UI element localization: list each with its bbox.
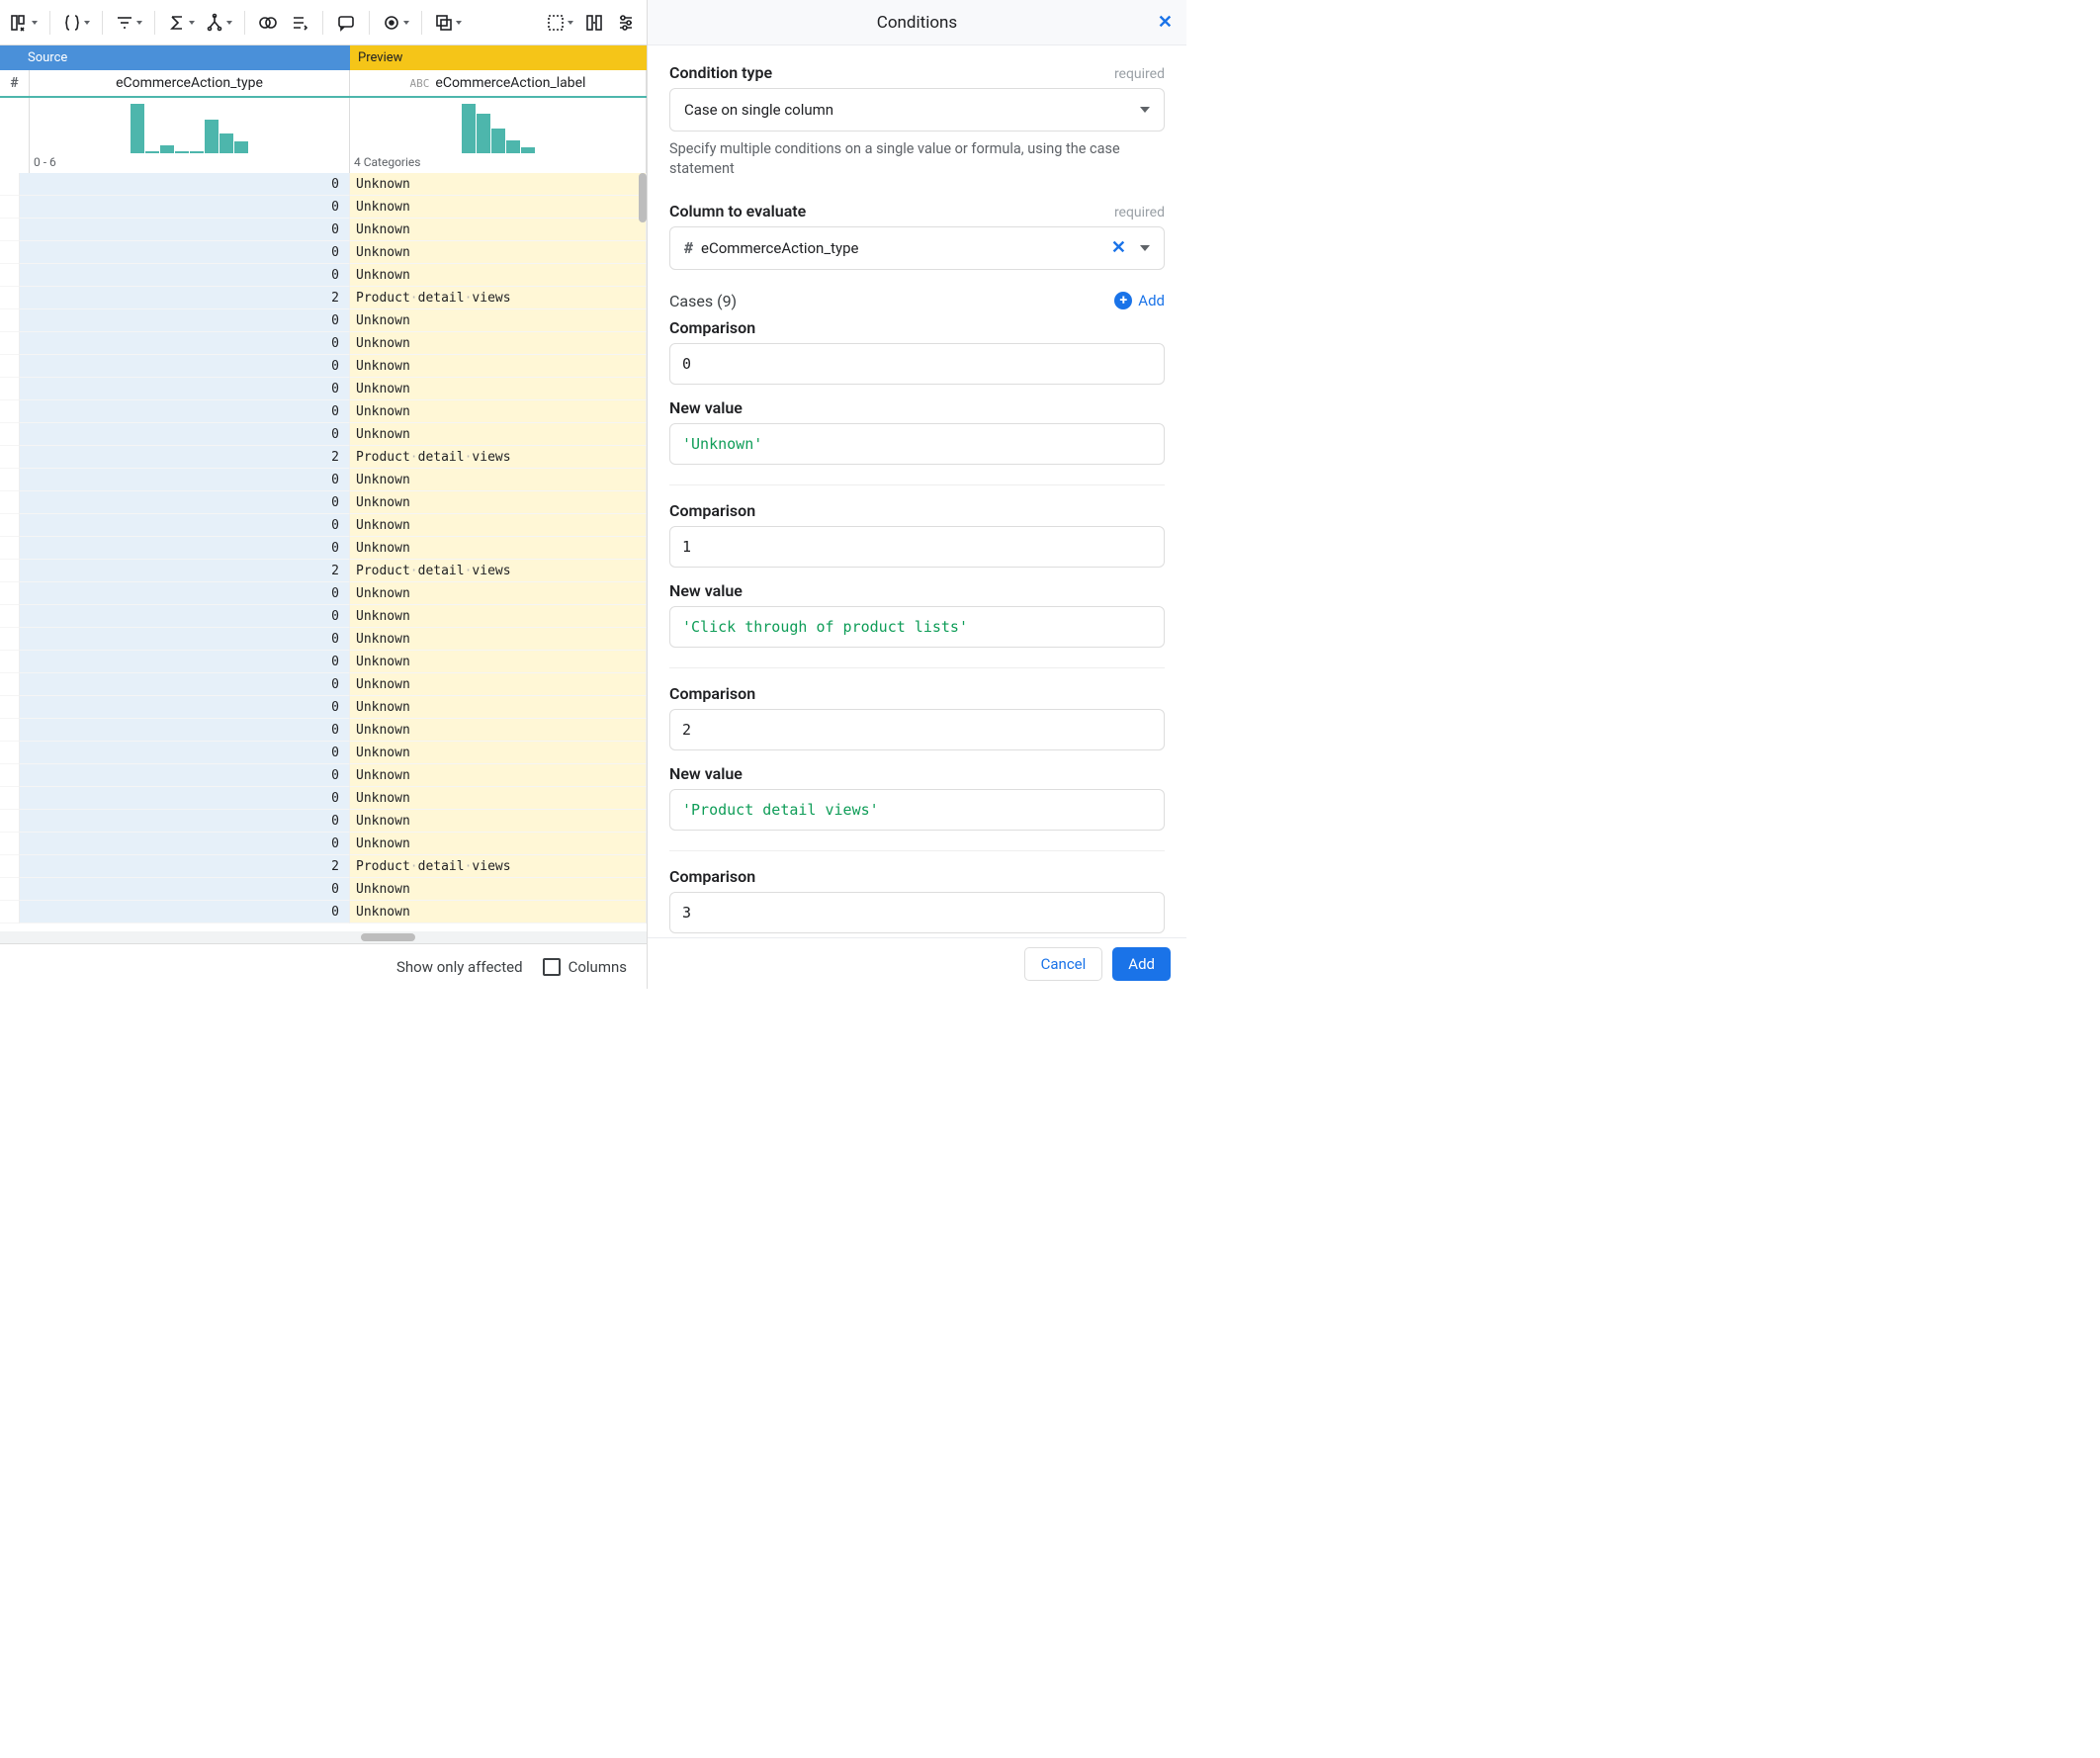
table-row[interactable]: 0Unknown [0,787,647,810]
select-area-icon[interactable] [542,6,577,40]
condition-type-label: Condition type [669,63,772,82]
table-row[interactable]: 2Product·detail·views [0,560,647,582]
join-icon[interactable] [253,6,283,40]
columns-checkbox[interactable]: Columns [543,958,627,976]
cancel-button[interactable]: Cancel [1024,947,1103,981]
table-row[interactable]: 0Unknown [0,241,647,264]
table-row[interactable]: 0Unknown [0,355,647,378]
panel-title: Conditions [877,13,957,33]
merge-split-icon[interactable] [201,6,236,40]
source-header: Source [20,45,350,70]
table-row[interactable]: 0Unknown [0,264,647,287]
table-row[interactable]: 0Unknown [0,491,647,514]
add-button[interactable]: Add [1112,947,1171,981]
table-row[interactable]: 0Unknown [0,400,647,423]
table-row[interactable]: 0Unknown [0,469,647,491]
table-row[interactable]: 0Unknown [0,901,647,923]
comparison-label: Comparison [669,318,1165,337]
plus-circle-icon: + [1114,292,1132,309]
source-column-name[interactable]: eCommerceAction_type [30,70,350,96]
horizontal-scrollbar[interactable] [0,931,647,943]
dedupe-icon[interactable] [285,6,314,40]
close-icon[interactable]: ✕ [1158,12,1173,33]
table-row[interactable]: 0Unknown [0,309,647,332]
comparison-input[interactable]: 2 [669,709,1165,750]
hash-icon: # [684,239,693,257]
clear-column-icon[interactable]: ✕ [1107,237,1130,258]
pivot-columns-icon[interactable] [579,6,609,40]
comment-icon[interactable] [331,6,361,40]
condition-type-select[interactable]: Case on single column [669,88,1165,132]
chevron-down-icon [1140,245,1150,251]
toolbar [0,0,647,45]
table-row[interactable]: 0Unknown [0,537,647,560]
table-row[interactable]: 0Unknown [0,582,647,605]
table-row[interactable]: 0Unknown [0,742,647,764]
table-row[interactable]: 0Unknown [0,673,647,696]
type-numeric-icon: # [0,70,30,96]
type-string-icon: ABC [410,77,430,90]
preview-column-name[interactable]: ABC eCommerceAction_label [350,70,647,96]
table-row[interactable]: 0Unknown [0,696,647,719]
table-row[interactable]: 0Unknown [0,219,647,241]
table-row[interactable]: 0Unknown [0,605,647,628]
comparison-label: Comparison [669,867,1165,886]
scrollbar-thumb[interactable] [639,173,647,222]
filter-icon[interactable] [111,6,146,40]
new-value-label: New value [669,764,1165,783]
target-icon[interactable] [378,6,413,40]
column-evaluate-select[interactable]: #eCommerceAction_type ✕ [669,226,1165,270]
comparison-label: Comparison [669,501,1165,520]
table-row[interactable]: 0Unknown [0,810,647,833]
comparison-input[interactable]: 3 [669,892,1165,933]
cases-count-label: Cases (9) [669,292,737,310]
table-row[interactable]: 0Unknown [0,173,647,196]
table-row[interactable]: 0Unknown [0,628,647,651]
add-case-link[interactable]: + Add [1114,292,1165,309]
new-value-input[interactable]: 'Click through of product lists' [669,606,1165,648]
table-row[interactable]: 0Unknown [0,719,647,742]
table-row[interactable]: 2Product·detail·views [0,446,647,469]
column-structure-icon[interactable] [6,6,42,40]
preview-header: Preview [350,45,647,70]
table-row[interactable]: 2Product·detail·views [0,287,647,309]
table-row[interactable]: 0Unknown [0,196,647,219]
table-row[interactable]: 2Product·detail·views [0,855,647,878]
column-evaluate-label: Column to evaluate [669,202,806,220]
table-row[interactable]: 0Unknown [0,514,647,537]
comparison-input[interactable]: 1 [669,526,1165,568]
table-row[interactable]: 0Unknown [0,764,647,787]
sigma-icon[interactable] [163,6,199,40]
chevron-down-icon [1140,107,1150,113]
table-row[interactable]: 0Unknown [0,833,647,855]
braces-icon[interactable] [58,6,94,40]
sliders-icon[interactable] [611,6,641,40]
new-value-input[interactable]: 'Product detail views' [669,789,1165,831]
new-value-input[interactable]: 'Unknown' [669,423,1165,465]
condition-type-help: Specify multiple conditions on a single … [669,139,1165,180]
table-row[interactable]: 0Unknown [0,651,647,673]
layers-icon[interactable] [430,6,466,40]
source-histogram: 0 - 6 [30,98,350,173]
table-row[interactable]: 0Unknown [0,332,647,355]
preview-histogram: 4 Categories [350,98,647,173]
data-grid[interactable]: 0Unknown0Unknown0Unknown0Unknown0Unknown… [0,173,647,931]
table-row[interactable]: 0Unknown [0,878,647,901]
comparison-label: Comparison [669,684,1165,703]
table-row[interactable]: 0Unknown [0,378,647,400]
comparison-input[interactable]: 0 [669,343,1165,385]
new-value-label: New value [669,398,1165,417]
table-row[interactable]: 0Unknown [0,423,647,446]
show-only-affected-label: Show only affected [396,958,523,976]
new-value-label: New value [669,581,1165,600]
